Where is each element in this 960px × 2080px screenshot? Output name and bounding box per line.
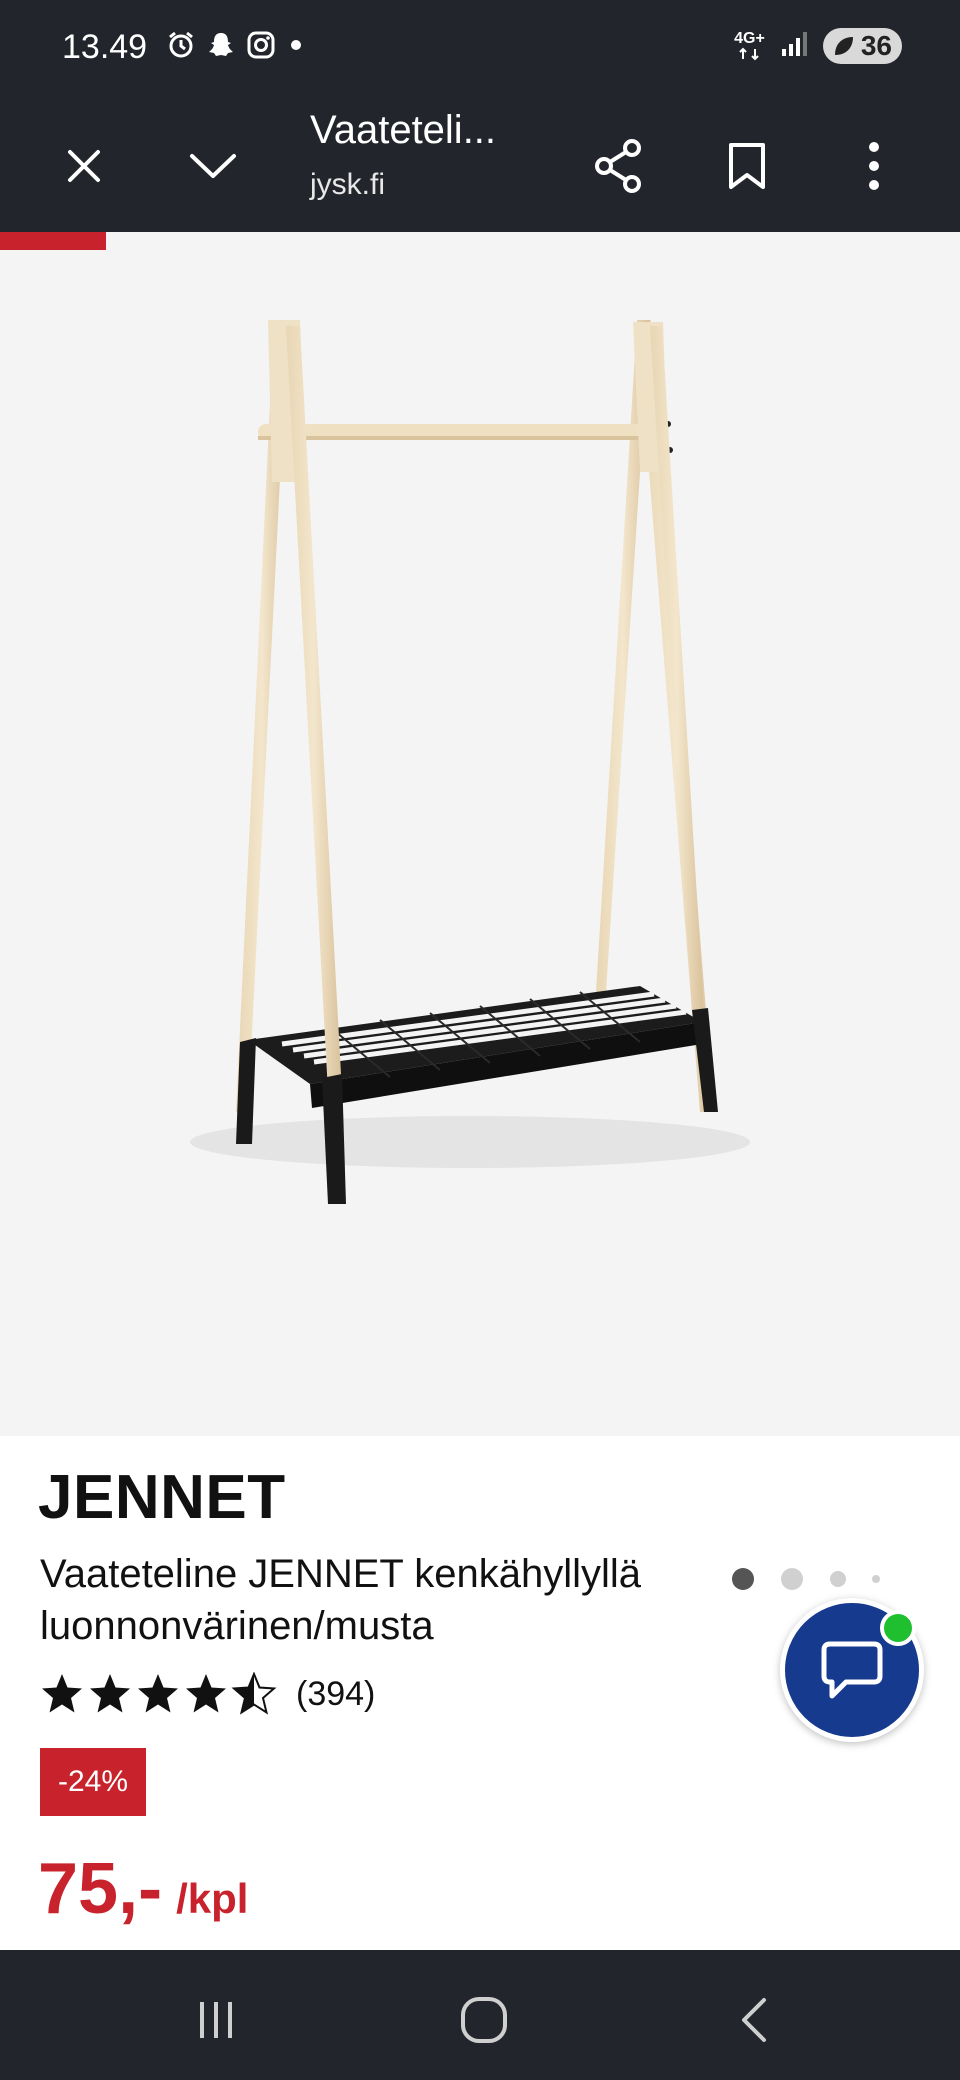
- more-vertical-icon: [869, 142, 879, 190]
- chat-bubble-icon: [821, 1641, 883, 1699]
- alarm-icon: [166, 30, 196, 60]
- discount-badge: -24%: [40, 1748, 146, 1816]
- recent-apps-button[interactable]: [176, 1980, 256, 2060]
- status-bar: 13.49 4G+ 36: [0, 0, 960, 100]
- signal-icon: [779, 29, 809, 64]
- page-title: Vaateteli...: [310, 108, 497, 152]
- close-tab-button[interactable]: [48, 130, 120, 202]
- bookmark-icon: [729, 143, 765, 189]
- minimize-button[interactable]: [177, 130, 249, 202]
- recent-apps-icon: [200, 2002, 232, 2038]
- price-unit: /kpl: [176, 1875, 249, 1922]
- product-brand: JENNET: [38, 1463, 286, 1532]
- instagram-icon: [246, 30, 276, 60]
- network-icon: 4G+: [734, 31, 765, 61]
- back-icon: [742, 1998, 766, 2042]
- price-value: 75,-: [38, 1849, 163, 1929]
- product-name: Vaateteline JENNET kenkähyllyllä luonnon…: [40, 1552, 642, 1648]
- status-time: 13.49: [62, 28, 148, 66]
- gallery-dot-2[interactable]: [781, 1568, 803, 1590]
- bookmark-button[interactable]: [711, 130, 783, 202]
- home-button[interactable]: [444, 1980, 524, 2060]
- status-notification-icons: [166, 30, 306, 60]
- star-rating-icon: [42, 1673, 275, 1714]
- network-label: 4G+: [734, 30, 765, 47]
- share-button[interactable]: [582, 130, 654, 202]
- chevron-down-icon: [190, 154, 236, 178]
- system-nav-bar: [0, 1950, 960, 2080]
- gallery-dot-3[interactable]: [830, 1571, 846, 1587]
- snapchat-icon: [206, 30, 236, 60]
- gallery-dot-4[interactable]: [872, 1575, 880, 1583]
- home-icon: [461, 1997, 507, 2043]
- close-icon: [68, 150, 100, 182]
- product-price: 75,- /kpl: [38, 1848, 248, 1930]
- rating-count[interactable]: (394): [296, 1675, 375, 1714]
- status-system-icons: 4G+ 36: [734, 28, 902, 64]
- product-image: [190, 320, 750, 1204]
- online-status-dot: [880, 1610, 916, 1646]
- product-gallery[interactable]: [0, 232, 960, 1590]
- product-rating[interactable]: (394): [40, 1672, 375, 1716]
- share-icon: [595, 139, 641, 193]
- back-button[interactable]: [714, 1980, 794, 2060]
- battery-level: 36: [860, 30, 892, 61]
- battery-icon: 36: [822, 28, 902, 64]
- page-url: jysk.fi: [310, 168, 385, 201]
- more-options-button[interactable]: [838, 130, 910, 202]
- notification-dot-icon: [286, 30, 306, 60]
